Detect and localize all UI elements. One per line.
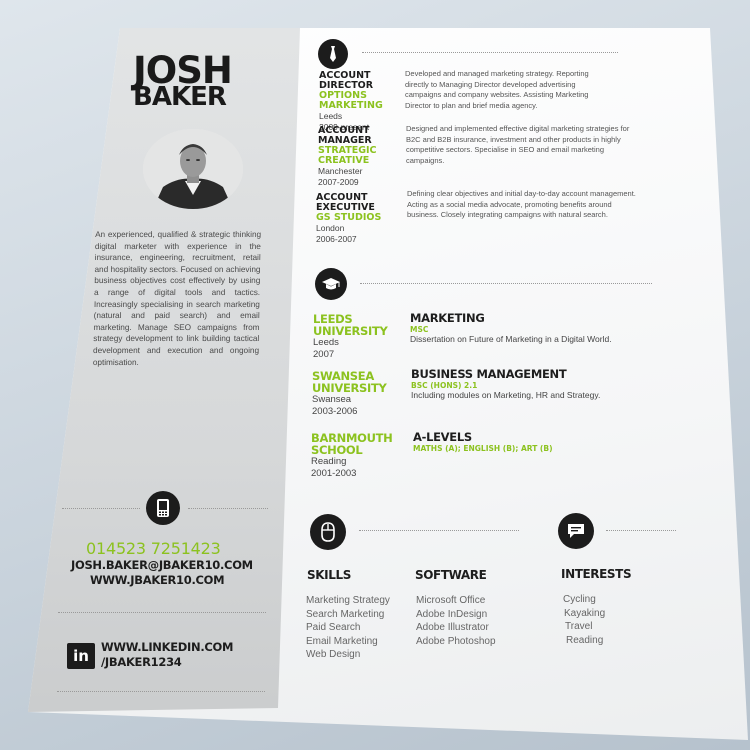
job-description: Developed and managed marketing strategy…	[405, 69, 589, 110]
school-dates: 2003-2006	[312, 406, 358, 417]
profile-photo	[143, 129, 243, 209]
experience-divider	[362, 52, 618, 53]
education-detail: A-LEVELS MATHS (A); ENGLISH (B); ART (B)	[413, 430, 553, 453]
phone-number: 014523 7251423	[86, 539, 221, 558]
sidebar-divider-bottom	[57, 691, 265, 692]
mobile-phone-icon	[146, 491, 180, 525]
linkedin-handle[interactable]: /JBAKER1234	[101, 655, 182, 669]
list-item: Adobe Illustrator	[416, 622, 489, 633]
email-address[interactable]: JOSH.BAKER@JBAKER10.COM	[71, 558, 253, 572]
qualification: MATHS (A); ENGLISH (B); ART (B)	[413, 444, 553, 453]
experience-item: ACCOUNT DIRECTOR OPTIONS MARKETING Leeds…	[319, 71, 383, 133]
interests-divider	[606, 530, 676, 531]
linkedin-divider-top	[58, 612, 266, 613]
school-location: Reading	[311, 456, 347, 467]
list-item: Adobe Photoshop	[416, 635, 496, 647]
qualification: MSC	[410, 325, 429, 334]
company-name: MARKETING	[319, 100, 383, 111]
school-name: SCHOOL	[311, 443, 363, 457]
job-location: Manchester	[318, 166, 363, 176]
list-item: Reading	[566, 634, 604, 646]
list-item: Travel	[565, 621, 593, 632]
list-item: Search Marketing	[306, 608, 385, 620]
qualification: BSC (HONS) 2.1	[411, 381, 478, 390]
school-dates: 2001-2003	[311, 468, 357, 479]
interests-heading: INTERESTS	[561, 567, 632, 581]
list-item: Web Design	[306, 649, 361, 660]
school-location: Leeds	[313, 337, 339, 348]
linkedin-url[interactable]: WWW.LINKEDIN.COM	[101, 640, 233, 654]
tie-icon	[318, 39, 348, 69]
education-item: SWANSEA UNIVERSITY Swansea 2003-2006	[312, 370, 387, 418]
company-name: CREATIVE	[318, 155, 370, 166]
course-name: MARKETING	[410, 311, 485, 325]
job-location: London	[316, 223, 345, 233]
profile-summary: An experienced, qualified & strategic th…	[92, 230, 262, 367]
speech-bubble-icon	[558, 513, 594, 549]
contact-divider-left	[62, 508, 140, 509]
course-details: Dissertation on Future of Marketing in a…	[410, 334, 612, 344]
list-item: Paid Search	[306, 622, 361, 633]
skills-heading: SKILLS	[307, 568, 351, 582]
list-item: Microsoft Office	[416, 595, 486, 606]
last-name: BAKER	[133, 82, 227, 112]
course-details: Including modules on Marketing, HR and S…	[411, 390, 601, 400]
course-name: BUSINESS MANAGEMENT	[411, 367, 567, 381]
education-divider	[360, 283, 652, 284]
job-description: Designed and implemented effective digit…	[406, 124, 630, 165]
list-item: Adobe InDesign	[416, 608, 488, 620]
education-item: LEEDS UNIVERSITY Leeds 2007	[313, 313, 388, 361]
linkedin-icon[interactable]: in	[67, 643, 95, 669]
company-name: GS STUDIOS	[316, 212, 382, 223]
skills-list: Marketing Strategy Search Marketing Paid…	[306, 594, 390, 662]
list-item: Marketing Strategy	[306, 595, 390, 606]
skills-divider	[359, 530, 519, 531]
website-url[interactable]: WWW.JBAKER10.COM	[90, 573, 225, 587]
list-item: Kayaking	[564, 607, 606, 619]
software-heading: SOFTWARE	[415, 568, 487, 582]
experience-item: ACCOUNT MANAGER STRATEGIC CREATIVE Manch…	[318, 126, 377, 188]
contact-divider-right	[188, 508, 268, 509]
job-description: Defining clear objectives and initial da…	[407, 189, 636, 219]
course-name: A-LEVELS	[413, 430, 472, 444]
education-item: BARNMOUTH SCHOOL Reading 2001-2003	[311, 432, 393, 480]
school-location: Swansea	[312, 394, 352, 405]
experience-item: ACCOUNT EXECUTIVE GS STUDIOS London 2006…	[316, 193, 381, 245]
job-dates: 2006-2007	[316, 234, 357, 244]
graduation-cap-icon	[315, 268, 347, 300]
education-detail: MARKETING MSC Dissertation on Future of …	[410, 311, 612, 344]
list-item: Email Marketing	[306, 635, 378, 647]
education-detail: BUSINESS MANAGEMENT BSC (HONS) 2.1 Inclu…	[411, 367, 600, 400]
job-location: Leeds	[319, 111, 343, 121]
interests-list: Cycling Kayaking Travel Reading	[563, 593, 605, 647]
school-name: UNIVERSITY	[313, 324, 388, 338]
software-list: Microsoft Office Adobe InDesign Adobe Il…	[416, 594, 496, 648]
job-dates: 2007-2009	[318, 177, 359, 187]
list-item: Cycling	[563, 594, 596, 605]
mouse-icon	[310, 514, 346, 550]
school-name: UNIVERSITY	[312, 381, 387, 395]
school-dates: 2007	[313, 349, 335, 360]
